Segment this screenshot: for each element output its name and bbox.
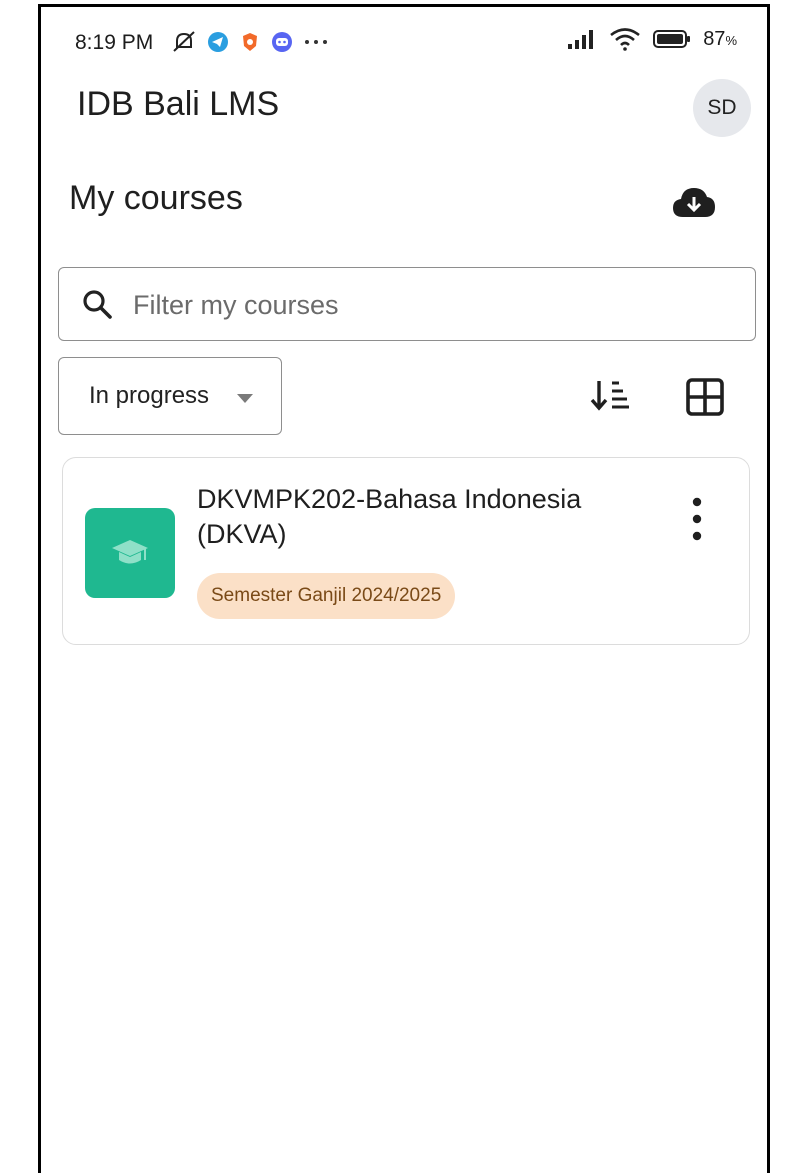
search-input[interactable] [131, 280, 735, 330]
discord-icon [272, 32, 292, 52]
telegram-icon [208, 32, 228, 52]
brave-icon [243, 33, 257, 51]
sort-icon[interactable] [589, 377, 633, 413]
notification-icons [171, 29, 329, 55]
grid-view-icon[interactable] [685, 377, 725, 417]
user-avatar[interactable]: SD [693, 79, 751, 137]
status-bar: 8:19 PM 87% [41, 7, 767, 79]
course-filter-search [58, 267, 756, 341]
cloud-download-icon[interactable] [671, 183, 717, 221]
status-time: 8:19 PM [75, 31, 154, 54]
app-title: IDB Bali LMS [77, 85, 280, 123]
page-title: My courses [69, 179, 243, 217]
search-icon [83, 290, 112, 319]
more-notifications-icon [305, 40, 327, 44]
more-options-icon[interactable] [689, 496, 705, 542]
selected-filter: In progress [89, 382, 210, 409]
progress-filter-select[interactable]: In progress [58, 357, 282, 435]
chevron-down-icon [237, 394, 253, 403]
wifi-icon [610, 28, 640, 51]
graduation-cap-icon [112, 540, 148, 564]
course-name[interactable]: DKVMPK202-Bahasa Indonesia (DKVA) [197, 482, 637, 552]
course-image[interactable] [85, 508, 175, 598]
course-category-badge: Semester Ganjil 2024/2025 [197, 573, 456, 619]
avatar-initials: SD [707, 96, 737, 119]
mute-icon [173, 31, 195, 52]
signal-icon [568, 30, 594, 49]
course-card[interactable]: DKVMPK202-Bahasa Indonesia (DKVA) Semest… [62, 457, 750, 645]
battery-level: 87% [703, 27, 737, 50]
battery-icon [653, 30, 691, 48]
system-icons: 87% [567, 27, 737, 51]
screen: 8:19 PM 87% IDB Bali LMS SD My courses F… [38, 4, 770, 1173]
